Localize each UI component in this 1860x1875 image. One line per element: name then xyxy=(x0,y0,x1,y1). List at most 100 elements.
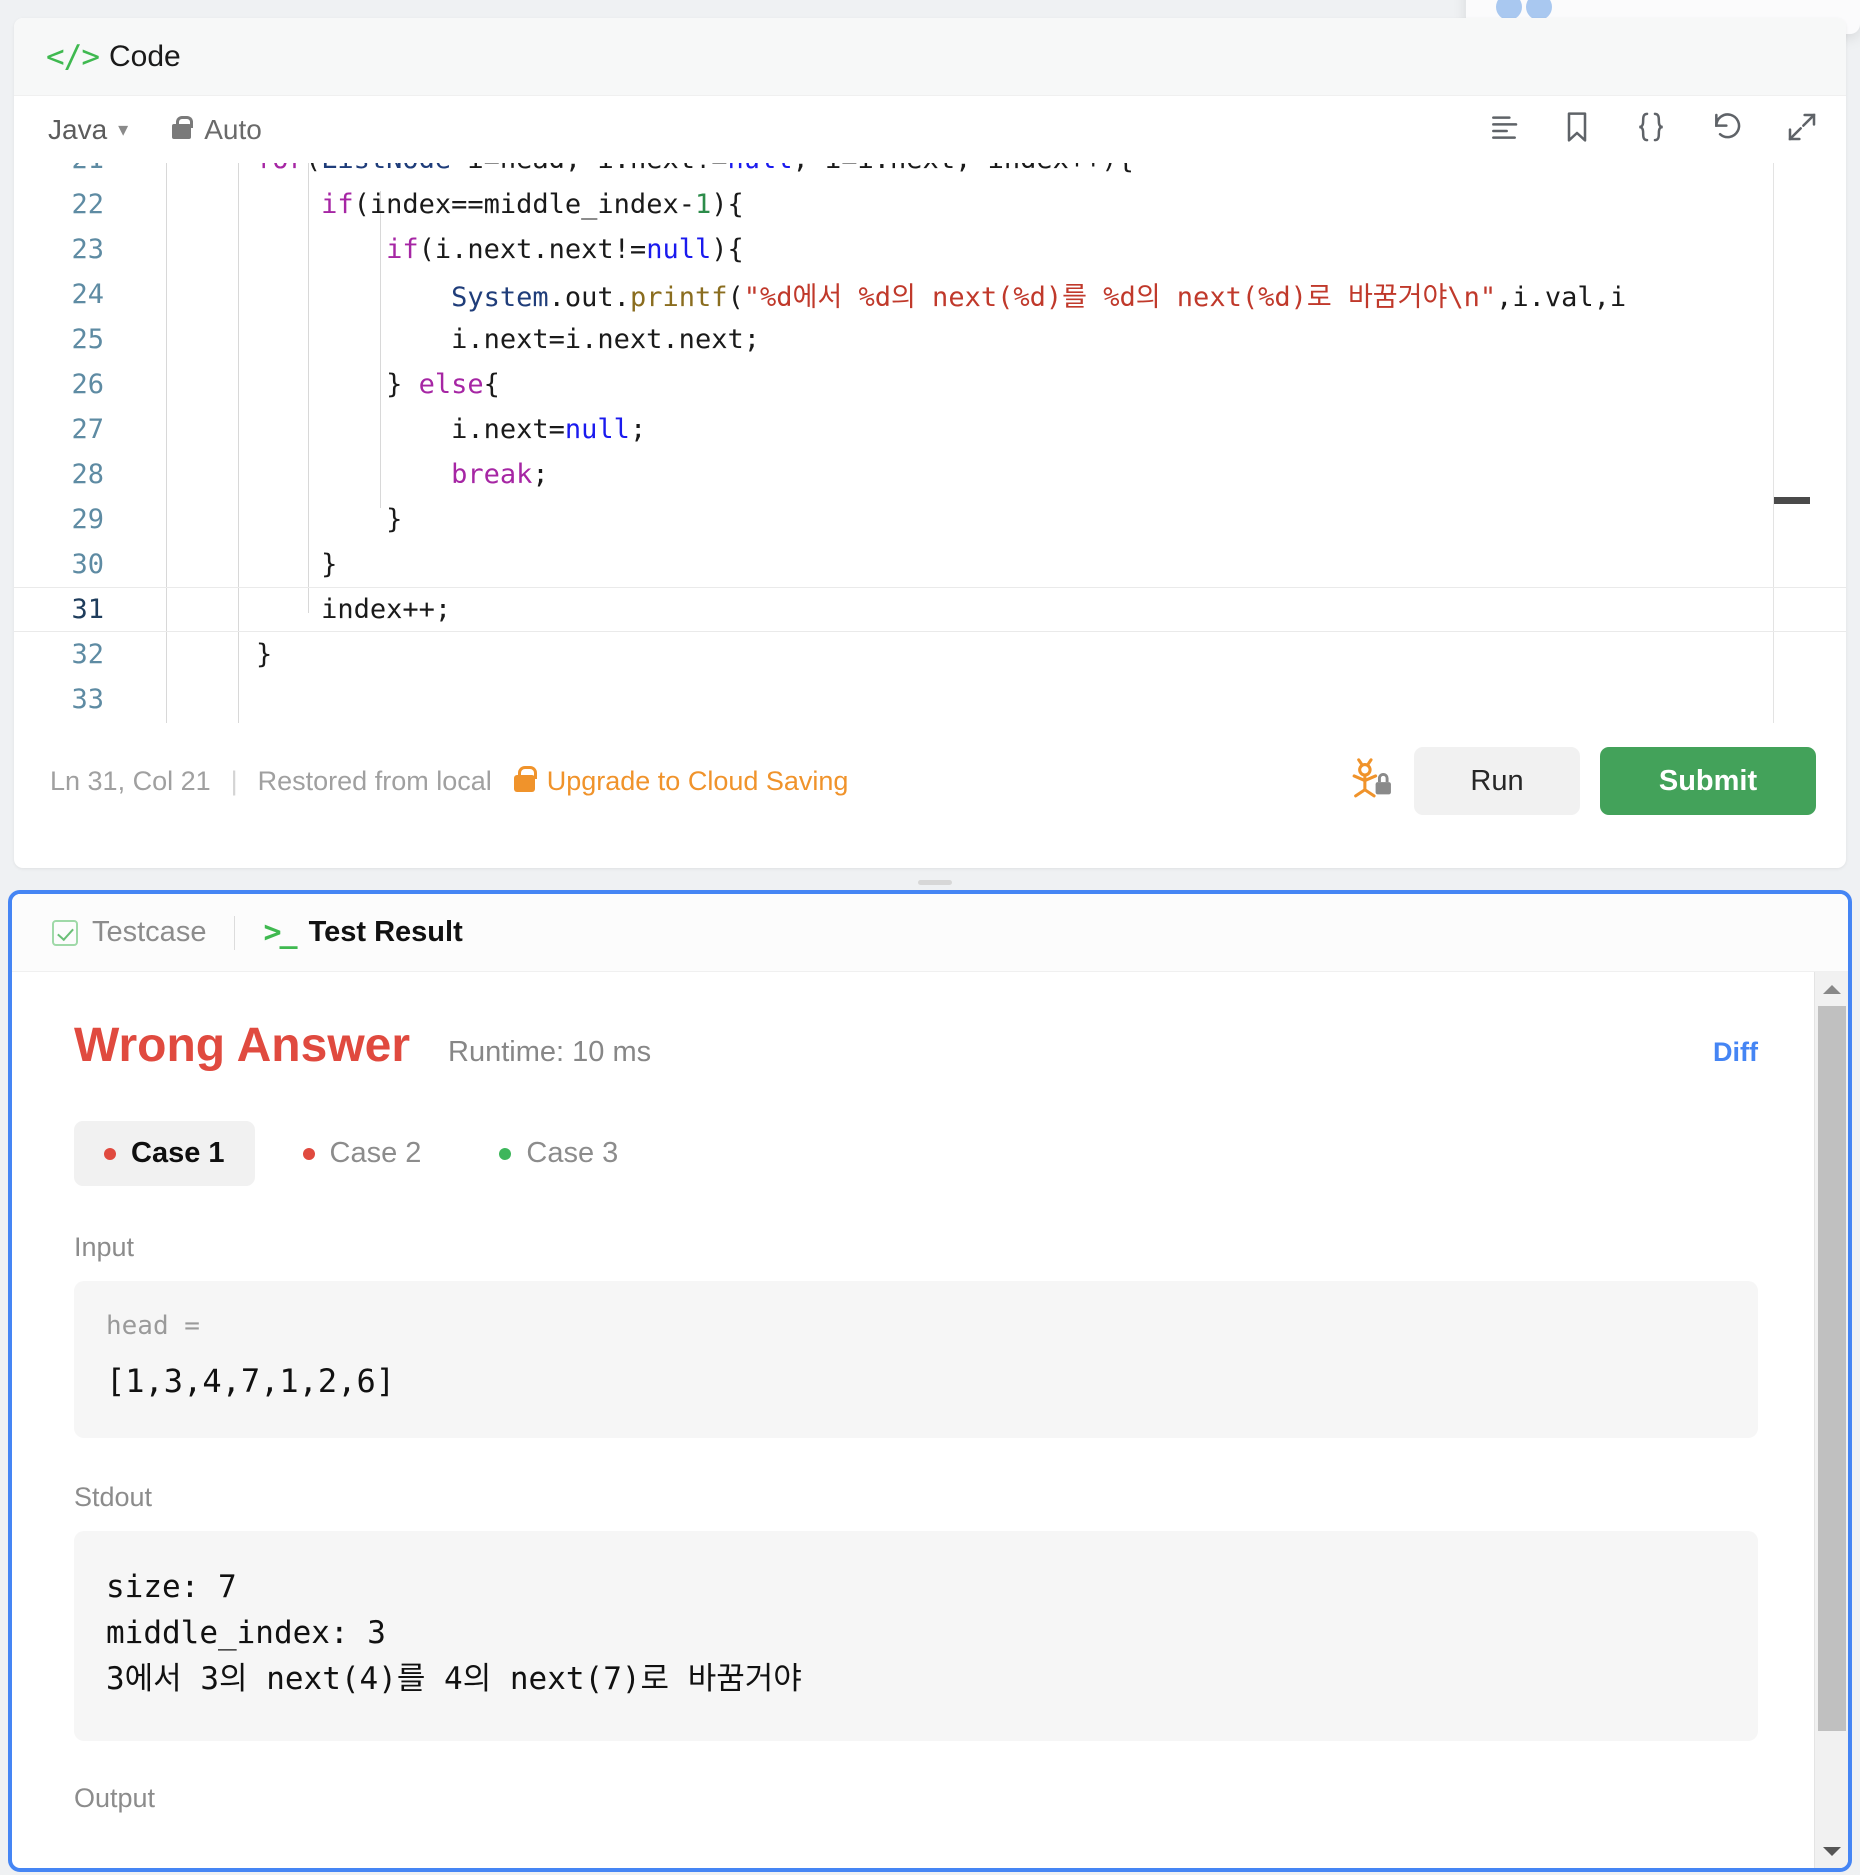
result-scrollbar[interactable] xyxy=(1814,972,1848,1868)
code-panel-title: Code xyxy=(109,39,181,73)
code-line-text: System.out.printf("%d에서 %d의 next(%d)를 %d… xyxy=(451,282,1627,313)
output-section-label: Output xyxy=(74,1783,156,1814)
code-line[interactable]: 23 if(i.next.next!=null){ xyxy=(14,227,1846,272)
format-braces-icon[interactable] xyxy=(1634,111,1668,148)
line-number: 25 xyxy=(71,324,104,355)
case-tab-list: Case 1 Case 2 Case 3 xyxy=(74,1121,1758,1186)
code-line-text: for(ListNode i=head; i.next!=null; i=i.n… xyxy=(126,163,1846,175)
scroll-up-arrow-icon[interactable] xyxy=(1815,972,1848,1006)
auto-label: Auto xyxy=(204,113,262,145)
checkbox-icon xyxy=(52,919,78,946)
terminal-icon: >_ xyxy=(263,915,297,950)
code-line[interactable]: 26 } else{ xyxy=(14,362,1846,407)
code-line-text: } xyxy=(126,639,273,670)
input-key: head = xyxy=(106,1311,200,1341)
line-number: 21 xyxy=(14,163,126,175)
code-line[interactable]: 24 System.out.printf("%d에서 %d의 next(%d)를… xyxy=(14,272,1846,317)
expand-icon[interactable] xyxy=(1786,111,1818,148)
code-editor[interactable]: 21 for(ListNode i=head; i.next!=null; i=… xyxy=(14,163,1846,723)
save-state: Restored from local xyxy=(257,765,492,796)
editor-actions: Run Submit xyxy=(1348,747,1816,815)
cursor-position: Ln 31, Col 21 xyxy=(50,765,211,796)
case-tab-label: Case 2 xyxy=(329,1137,422,1169)
stdout-section-label: Stdout xyxy=(74,1482,153,1513)
chevron-down-icon: ▾ xyxy=(118,119,129,141)
line-number: 24 xyxy=(71,279,104,310)
code-line[interactable]: 33 xyxy=(14,677,1846,722)
case-tab-label: Case 3 xyxy=(526,1137,619,1169)
code-line[interactable]: 29 } xyxy=(14,497,1846,542)
submit-button[interactable]: Submit xyxy=(1600,747,1816,815)
code-line[interactable]: 22 if(index==middle_index-1){ xyxy=(14,182,1846,227)
status-badge: Wrong Answer xyxy=(74,1019,411,1072)
auto-toggle[interactable]: Auto xyxy=(172,114,262,146)
line-number: 27 xyxy=(71,414,104,445)
code-line-text: i.next=i.next.next; xyxy=(451,324,760,355)
code-line-text: } else{ xyxy=(386,369,500,400)
case-status-dot xyxy=(302,1147,315,1160)
code-lines-container: 21 for(ListNode i=head; i.next!=null; i=… xyxy=(14,163,1846,722)
case-tab-1[interactable]: Case 1 xyxy=(74,1121,255,1186)
line-number: 31 xyxy=(71,594,104,625)
lock-icon xyxy=(172,116,194,139)
code-line-text: if(i.next.next!=null){ xyxy=(386,234,744,265)
tab-divider xyxy=(234,915,236,950)
code-panel-header: </> Code xyxy=(14,18,1846,96)
code-line[interactable]: 25 i.next=i.next.next; xyxy=(14,317,1846,362)
code-line[interactable]: 28 break; xyxy=(14,452,1846,497)
code-brackets-icon: </> xyxy=(46,38,100,75)
case-status-dot xyxy=(104,1147,116,1160)
avatar xyxy=(1526,0,1552,20)
code-line[interactable]: 21 for(ListNode i=head; i.next!=null; i=… xyxy=(14,163,1846,182)
line-number: 28 xyxy=(71,459,104,490)
debug-locked-icon[interactable] xyxy=(1348,756,1394,807)
line-number: 30 xyxy=(71,549,104,580)
result-content: Wrong Answer Runtime: 10 ms Diff Case 1C… xyxy=(12,972,1848,1814)
code-line[interactable]: 30 } xyxy=(14,542,1846,587)
code-line-text: if(index==middle_index-1){ xyxy=(321,189,744,220)
avatar-group xyxy=(1496,0,1556,20)
line-number: 23 xyxy=(71,234,104,265)
tab-test-result[interactable]: >_ Test Result xyxy=(263,915,462,950)
bookmark-icon[interactable] xyxy=(1562,111,1592,148)
reset-icon[interactable] xyxy=(1710,111,1744,148)
code-line-text: index++; xyxy=(126,594,452,625)
scrollbar-thumb[interactable] xyxy=(1818,1006,1846,1731)
code-toolbar-actions xyxy=(1488,111,1818,148)
status-separator: | xyxy=(230,765,238,796)
line-number: 26 xyxy=(71,369,104,400)
input-value: [1,3,4,7,1,2,6] xyxy=(106,1362,395,1400)
line-number: 22 xyxy=(71,189,104,220)
code-line-text: i.next=null; xyxy=(451,414,647,445)
code-panel: </> Code Java ▾ Auto 22 if(index==middle… xyxy=(14,18,1846,868)
stdout-line: size: 7 xyxy=(106,1569,237,1606)
tab-testcase-label: Testcase xyxy=(92,916,207,948)
input-box: head = [1,3,4,7,1,2,6] xyxy=(74,1281,1758,1439)
tab-test-result-label: Test Result xyxy=(308,916,463,948)
avatar xyxy=(1496,0,1522,20)
code-line-text: } xyxy=(126,504,403,535)
code-line-text: } xyxy=(126,549,338,580)
stdout-box: size: 7 middle_index: 3 3에서 3의 next(4)를 4의… xyxy=(74,1531,1758,1742)
notes-icon[interactable] xyxy=(1488,112,1520,147)
code-line[interactable]: 31 index++; xyxy=(14,587,1846,632)
upgrade-cloud-saving-link[interactable]: Upgrade to Cloud Saving xyxy=(513,765,849,797)
diff-link[interactable]: Diff xyxy=(1713,1037,1758,1068)
result-tab-bar: Testcase >_ Test Result xyxy=(12,894,1848,972)
line-number: 32 xyxy=(71,639,104,670)
case-tab-label: Case 1 xyxy=(131,1137,225,1169)
code-toolbar: Java ▾ Auto xyxy=(14,96,1846,163)
code-line[interactable]: 32 } xyxy=(14,632,1846,677)
stdout-line: 3에서 3의 next(4)를 4의 next(7)로 바꿈거야 xyxy=(106,1661,802,1698)
language-select[interactable]: Java ▾ xyxy=(48,114,128,146)
case-tab-3[interactable]: Case 3 xyxy=(469,1121,648,1186)
verdict-row: Wrong Answer Runtime: 10 ms Diff xyxy=(74,1018,1758,1073)
tab-testcase[interactable]: Testcase xyxy=(52,916,206,949)
line-number: 33 xyxy=(71,684,104,715)
panel-resize-handle[interactable] xyxy=(918,880,952,885)
code-line[interactable]: 27 i.next=null; xyxy=(14,407,1846,452)
run-button[interactable]: Run xyxy=(1414,747,1580,815)
case-tab-2[interactable]: Case 2 xyxy=(273,1121,452,1186)
upgrade-label: Upgrade to Cloud Saving xyxy=(546,765,849,796)
scroll-down-arrow-icon[interactable] xyxy=(1815,1834,1848,1868)
